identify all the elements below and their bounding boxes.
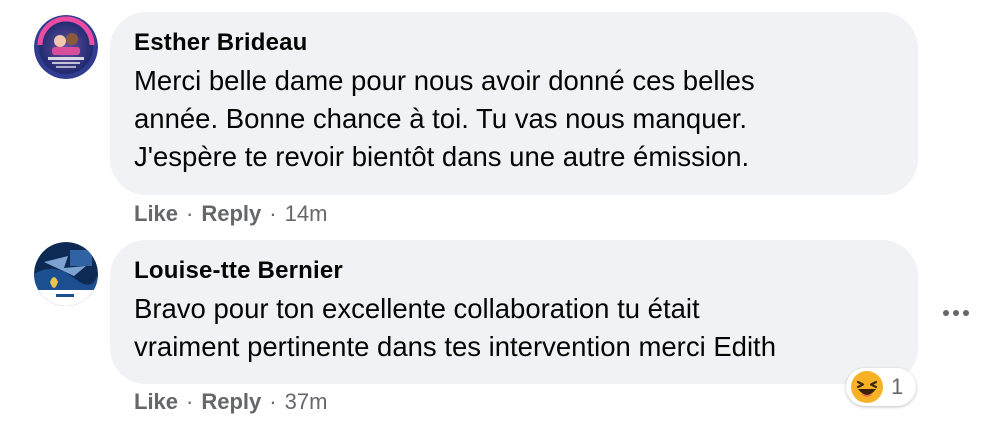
separator: · [269, 389, 277, 414]
comment-text-line: vraiment pertinente dans tes interventio… [134, 331, 776, 362]
comment-author[interactable]: Esther Brideau [134, 28, 894, 58]
comment-text-line: année. Bonne chance à toi. Tu vas nous m… [134, 103, 748, 134]
comment-text-line: Merci belle dame pour nous avoir donné c… [134, 65, 755, 96]
timestamp-link[interactable]: 14m [285, 201, 328, 226]
profile-photo-icon [34, 15, 98, 79]
separator: · [186, 201, 194, 226]
like-button[interactable]: Like [134, 389, 178, 414]
comment-bubble: Esther Brideau Merci belle dame pour nou… [110, 12, 918, 195]
timestamp-link[interactable]: 37m [285, 389, 328, 414]
comment-actions: Like · Reply · 37m [134, 389, 327, 415]
ellipsis-icon [943, 310, 969, 316]
reaction-count: 1 [891, 374, 904, 399]
separator: · [269, 201, 277, 226]
haha-emoji-icon [851, 371, 883, 403]
comment-actions: Like · Reply · 14m [134, 201, 327, 227]
avatar[interactable] [34, 242, 98, 306]
separator: · [186, 389, 194, 414]
comment-text-line: J'espère te revoir bientôt dans une autr… [134, 141, 750, 172]
more-options-icon[interactable] [940, 303, 972, 323]
reply-button[interactable]: Reply [201, 201, 261, 226]
reply-button[interactable]: Reply [201, 389, 261, 414]
comment-text: Merci belle dame pour nous avoir donné c… [134, 62, 894, 176]
profile-photo-icon [34, 242, 98, 306]
avatar[interactable] [34, 15, 98, 79]
comment-author[interactable]: Louise-tte Bernier [134, 256, 894, 286]
like-button[interactable]: Like [134, 201, 178, 226]
reaction-summary[interactable]: 1 [846, 368, 916, 406]
comment-text: Bravo pour ton excellente collaboration … [134, 290, 894, 366]
comment-bubble: Louise-tte Bernier Bravo pour ton excell… [110, 240, 918, 384]
comment-text-line: Bravo pour ton excellente collaboration … [134, 293, 700, 324]
